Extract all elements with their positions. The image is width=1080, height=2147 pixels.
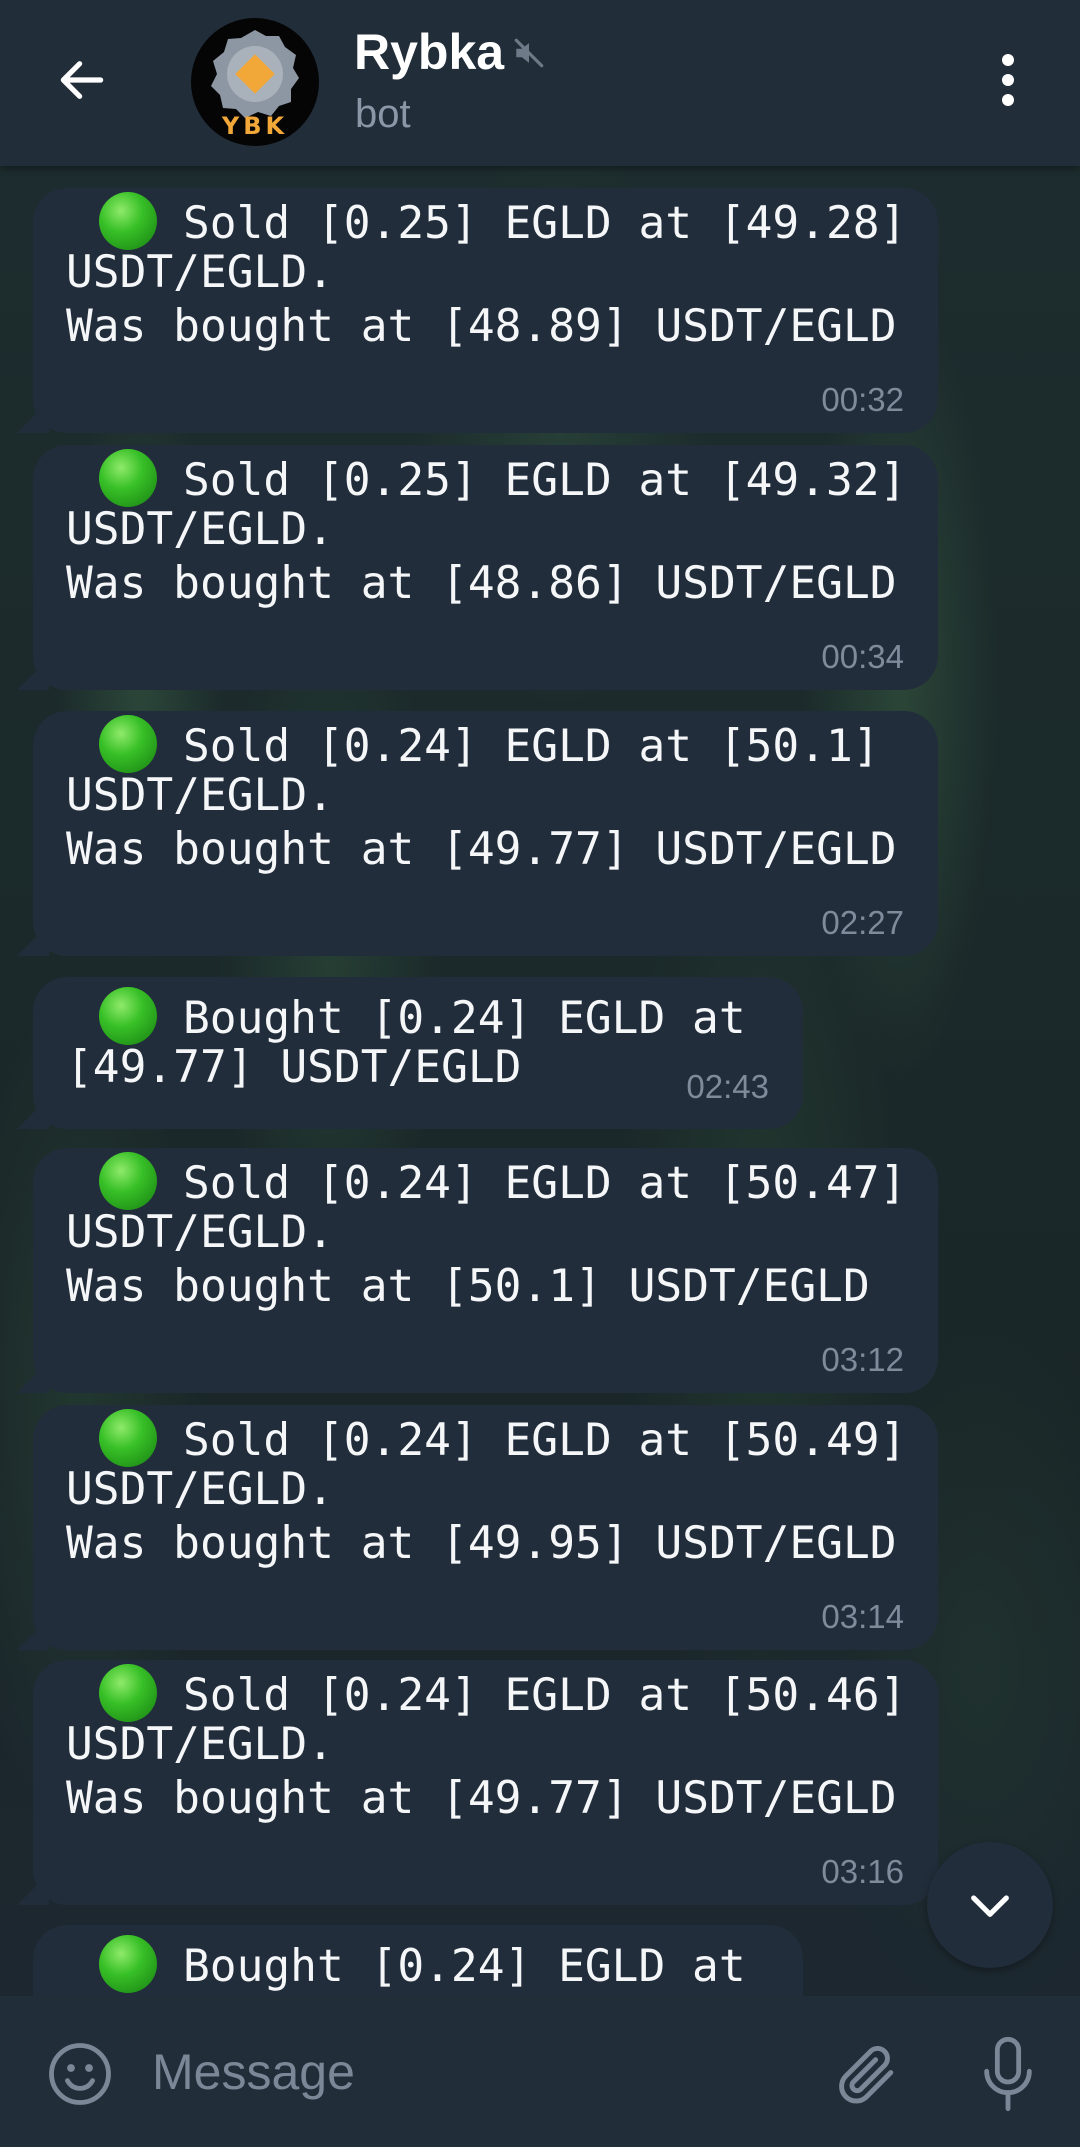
message-line: USDT/EGLD. — [66, 504, 334, 555]
microphone-icon — [984, 2036, 1032, 2112]
message-time: 03:14 — [821, 1598, 904, 1635]
green-circle-icon — [99, 715, 157, 773]
message-line: Bought [0.24] EGLD at — [71, 987, 746, 1046]
message-time: 03:16 — [821, 1853, 904, 1890]
message-bubble[interactable]: Bought [0.24] EGLD at — [33, 1925, 803, 1996]
message-line: Was bought at [50.1] USDT/EGLD — [66, 1261, 870, 1312]
message-input[interactable] — [150, 2026, 804, 2118]
avatar-logo-text: YBK — [221, 112, 289, 140]
message-line: Was bought at [48.89] USDT/EGLD — [66, 301, 897, 352]
green-circle-icon — [99, 987, 157, 1045]
message-line: USDT/EGLD. — [66, 770, 334, 821]
message-line: Sold [0.24] EGLD at [50.47] — [71, 1152, 906, 1211]
message-line: Sold [0.25] EGLD at [49.32] — [71, 449, 906, 508]
more-options-button[interactable] — [980, 44, 1036, 116]
message-list[interactable]: Sold [0.25] EGLD at [49.28] USDT/EGLD. W… — [0, 166, 1080, 1996]
message-time: 00:32 — [821, 381, 904, 418]
message-time: 02:43 — [686, 1068, 769, 1105]
chevron-down-icon — [971, 1895, 1009, 1917]
scroll-to-bottom-button[interactable] — [927, 1842, 1053, 1968]
chat-title[interactable]: Rybka — [354, 22, 504, 82]
more-vertical-icon — [1002, 54, 1014, 106]
green-circle-icon — [99, 1409, 157, 1467]
message-bubble[interactable]: Sold [0.24] EGLD at [50.1] USDT/EGLD. Wa… — [33, 711, 938, 956]
green-circle-icon — [99, 449, 157, 507]
message-time: 00:34 — [821, 638, 904, 675]
message-line: Sold [0.25] EGLD at [49.28] — [71, 192, 906, 251]
message-line: Was bought at [49.77] USDT/EGLD — [66, 1773, 897, 1824]
message-line: Was bought at [49.95] USDT/EGLD — [66, 1518, 897, 1569]
green-circle-icon — [99, 192, 157, 250]
message-line: [49.77] USDT/EGLD — [66, 1042, 522, 1093]
message-line: Was bought at [49.77] USDT/EGLD — [66, 824, 897, 875]
message-line: Bought [0.24] EGLD at — [71, 1935, 746, 1994]
message-bubble[interactable]: Sold [0.24] EGLD at [50.47] USDT/EGLD. W… — [33, 1148, 938, 1393]
message-line: USDT/EGLD. — [66, 1719, 334, 1770]
message-line: Was bought at [48.86] USDT/EGLD — [66, 558, 897, 609]
arrow-left-icon — [60, 61, 104, 99]
green-circle-icon — [99, 1152, 157, 1210]
message-line: Sold [0.24] EGLD at [50.46] — [71, 1664, 906, 1723]
muted-speaker-icon — [514, 38, 544, 68]
message-line: USDT/EGLD. — [66, 247, 334, 298]
message-composer — [0, 1996, 1080, 2147]
message-bubble[interactable]: Sold [0.25] EGLD at [49.28] USDT/EGLD. W… — [33, 188, 938, 433]
message-time: 03:12 — [821, 1341, 904, 1378]
chat-header: YBK Rybka bot — [0, 0, 1080, 166]
back-button[interactable] — [46, 44, 118, 116]
voice-message-button[interactable] — [966, 2028, 1050, 2120]
message-line: Sold [0.24] EGLD at [50.49] — [71, 1409, 906, 1468]
message-line: USDT/EGLD. — [66, 1464, 334, 1515]
message-time: 02:27 — [821, 904, 904, 941]
attach-button[interactable] — [824, 2032, 908, 2116]
smiley-icon — [49, 2043, 111, 2105]
message-bubble[interactable]: Bought [0.24] EGLD at [49.77] USDT/EGLD … — [33, 977, 803, 1129]
message-line: Sold [0.24] EGLD at [50.1] — [71, 715, 880, 774]
paperclip-icon — [839, 2045, 894, 2104]
chat-screen: YBK Rybka bot Sold [0.25] EGLD at [49.28… — [0, 0, 1080, 2147]
message-bubble[interactable]: Sold [0.24] EGLD at [50.49] USDT/EGLD. W… — [33, 1405, 938, 1650]
emoji-button[interactable] — [40, 2034, 120, 2114]
chat-subtitle: bot — [355, 92, 411, 136]
green-circle-icon — [99, 1664, 157, 1722]
green-circle-icon — [99, 1935, 157, 1993]
message-bubble[interactable]: Sold [0.24] EGLD at [50.46] USDT/EGLD. W… — [33, 1660, 938, 1905]
message-bubble[interactable]: Sold [0.25] EGLD at [49.32] USDT/EGLD. W… — [33, 445, 938, 690]
message-line: USDT/EGLD. — [66, 1207, 334, 1258]
avatar[interactable]: YBK — [191, 18, 319, 146]
